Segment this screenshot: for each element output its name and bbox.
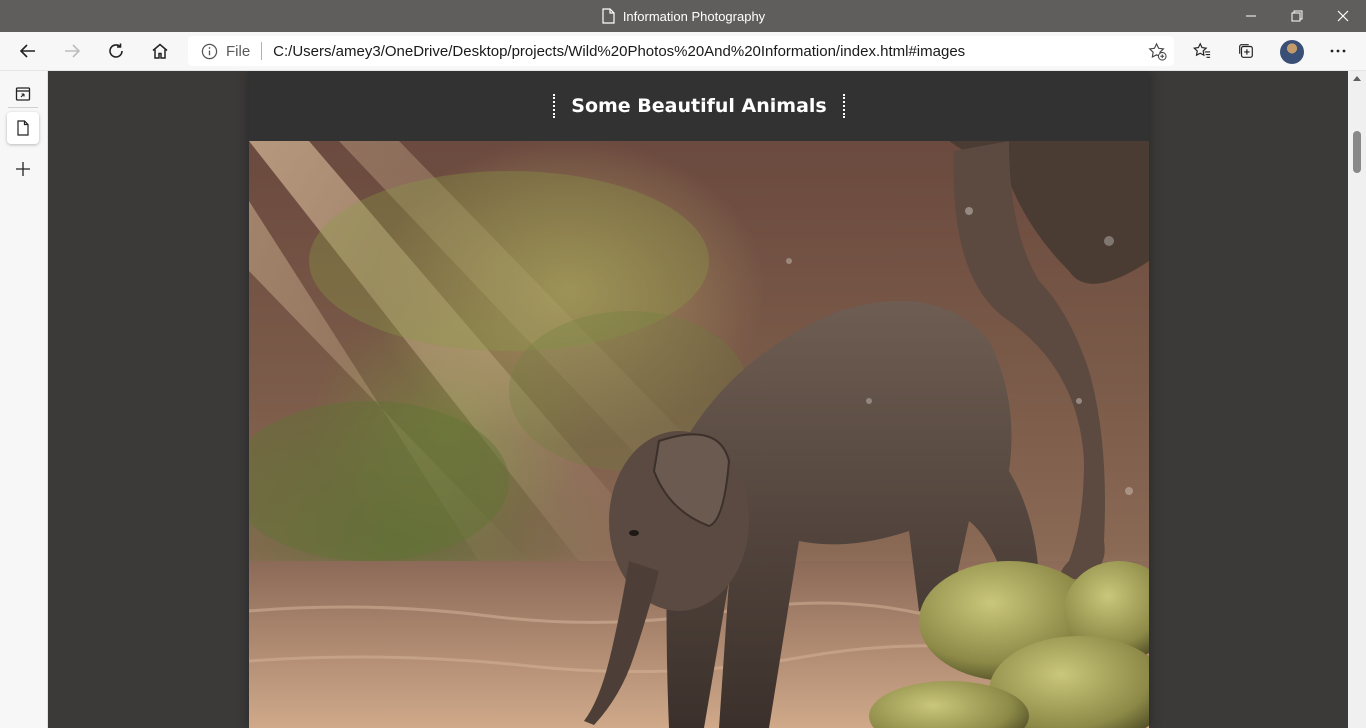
more-icon [1330,49,1346,53]
home-icon [152,43,168,59]
profile-avatar[interactable] [1280,40,1304,64]
browser-toolbar: File C:/Users/amey3/OneDrive/Desktop/pro… [0,32,1366,71]
address-bar[interactable]: File C:/Users/amey3/OneDrive/Desktop/pro… [188,36,1174,66]
star-plus-icon [1147,42,1167,61]
images-section: Some Beautiful Animals [249,71,1149,728]
back-button[interactable] [11,35,45,67]
vertical-tabs-sidebar [0,71,48,728]
restore-icon [1291,10,1303,22]
address-prefix: File [226,42,251,60]
page-viewport: Some Beautiful Animals [48,71,1348,728]
close-icon [1337,10,1349,22]
page-icon [17,120,29,136]
favorites-icon [1193,42,1211,58]
tab-actions-button[interactable] [7,78,39,110]
title-bar: Information Photography [0,0,1366,32]
minimize-button[interactable] [1228,0,1274,32]
forward-button[interactable] [55,35,89,67]
window-title-text: Information Photography [622,8,766,24]
plus-icon [16,162,30,176]
refresh-button[interactable] [99,35,133,67]
new-tab-button[interactable] [7,153,39,185]
section-header: Some Beautiful Animals [249,71,1149,141]
add-favorite-button[interactable] [1140,36,1174,66]
home-button[interactable] [143,35,177,67]
back-arrow-icon [19,44,35,58]
refresh-icon [109,43,123,58]
close-button[interactable] [1320,0,1366,32]
window-title: Information Photography [0,0,1366,32]
elephant-photo [249,141,1149,728]
tab-actions-icon [15,87,31,101]
collections-button[interactable] [1229,35,1263,67]
url-text[interactable]: C:/Users/amey3/OneDrive/Desktop/projects… [273,43,1140,60]
restore-button[interactable] [1274,0,1320,32]
minimize-icon [1246,15,1256,17]
info-icon[interactable] [200,42,218,60]
section-heading: Some Beautiful Animals [553,94,845,118]
collections-icon [1239,44,1253,58]
scroll-up-arrow-icon[interactable] [1353,76,1361,81]
page-scrollbar[interactable] [1348,71,1366,728]
scroll-thumb[interactable] [1353,131,1361,173]
page-icon [602,8,615,24]
tab-information-photography[interactable] [7,112,39,144]
forward-arrow-icon [65,44,81,58]
favorites-button[interactable] [1185,35,1219,67]
sidebar-divider [8,107,38,108]
more-button[interactable] [1321,35,1355,67]
elephant-illustration [249,141,1149,728]
address-divider [261,42,263,60]
